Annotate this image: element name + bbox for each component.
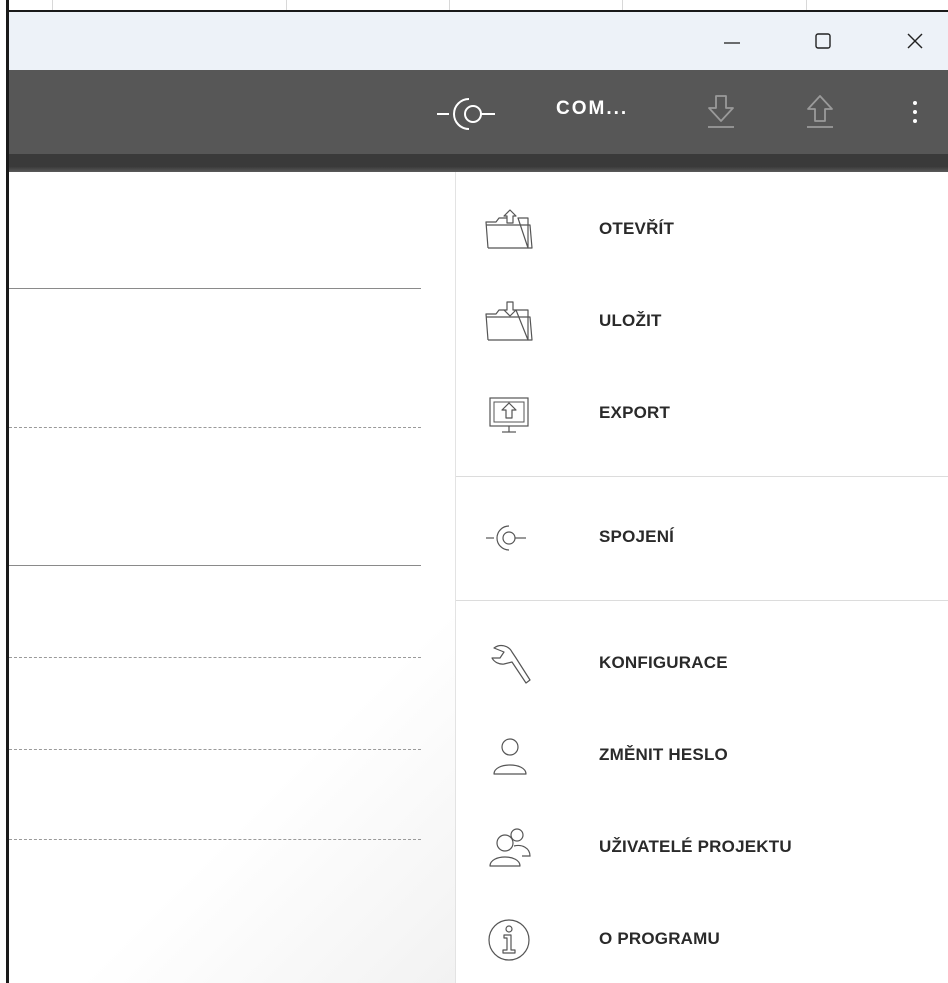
menu-item-save[interactable]: ULOŽIT: [456, 282, 948, 362]
row-divider: [9, 427, 421, 428]
section-divider: [9, 565, 421, 566]
row-divider: [9, 749, 421, 750]
menu-item-open[interactable]: OTEVŘÍT: [456, 190, 948, 270]
export-monitor-icon: [489, 397, 529, 433]
folder-open-icon: [485, 209, 533, 249]
main-content: [9, 172, 455, 983]
connection-button[interactable]: [435, 94, 523, 139]
more-vertical-icon[interactable]: [905, 94, 925, 130]
menu-item-project-users[interactable]: UŽIVATELÉ PROJEKTU: [456, 808, 948, 888]
menu-item-connection[interactable]: SPOJENÍ: [456, 498, 948, 578]
menu-item-label: ULOŽIT: [599, 311, 662, 330]
title-bar: [9, 12, 948, 70]
maximize-icon: [815, 33, 831, 49]
minimize-icon: [724, 42, 740, 44]
menu-item-label: UŽIVATELÉ PROJEKTU: [599, 837, 792, 856]
main-menu: OTEVŘÍT ULOŽIT EXPORT SPOJENÍ KONFIGURAC…: [455, 172, 948, 983]
minimize-button[interactable]: [702, 12, 762, 70]
menu-item-label: O PROGRAMU: [599, 929, 720, 948]
menu-item-label: SPOJENÍ: [599, 527, 675, 546]
row-divider: [9, 839, 421, 840]
section-divider: [9, 288, 421, 289]
download-arrow-icon: [708, 95, 734, 128]
close-icon: [907, 33, 923, 49]
close-button[interactable]: [885, 12, 945, 70]
menu-item-export[interactable]: EXPORT: [456, 374, 948, 454]
menu-separator: [456, 476, 948, 477]
connection-icon: [437, 98, 495, 130]
background-window-edge: [0, 0, 948, 12]
maximize-button[interactable]: [793, 12, 853, 70]
menu-item-label: OTEVŘÍT: [599, 219, 675, 238]
menu-item-label: ZMĚNIT HESLO: [599, 745, 728, 764]
upload-arrow-icon: [807, 95, 833, 128]
menu-item-label: KONFIGURACE: [599, 653, 728, 672]
user-icon: [493, 738, 527, 775]
folder-save-icon: [485, 301, 533, 341]
menu-item-about[interactable]: O PROGRAMU: [456, 900, 948, 980]
row-divider: [9, 657, 421, 658]
menu-item-label: EXPORT: [599, 403, 671, 422]
menu-item-change-password[interactable]: ZMĚNIT HESLO: [456, 716, 948, 796]
info-icon: [488, 919, 530, 961]
upload-button[interactable]: [804, 94, 836, 135]
users-icon: [489, 828, 531, 867]
app-window: COM... OTEVŘÍT ULOŽIT EXPORT SPOJENÍ KON…: [0, 0, 948, 983]
port-label[interactable]: COM...: [556, 98, 628, 120]
menu-separator: [456, 600, 948, 601]
toolbar-shadow: [9, 154, 948, 172]
connection-icon: [486, 525, 526, 551]
app-toolbar: COM...: [9, 70, 948, 154]
download-button[interactable]: [705, 94, 737, 135]
wrench-icon: [491, 644, 531, 684]
menu-item-configuration[interactable]: KONFIGURACE: [456, 624, 948, 704]
